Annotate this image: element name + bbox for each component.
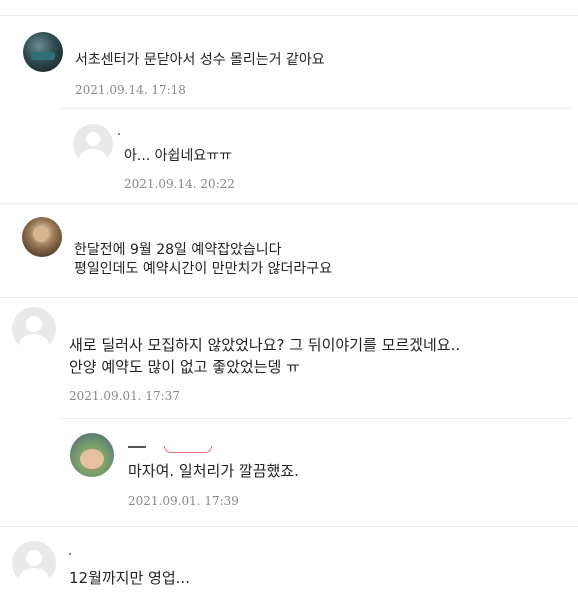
nickname-remnant [128,446,146,452]
avatar-body-shape [18,334,50,351]
divider [58,418,572,419]
avatar-body-shape [18,568,50,585]
comment-date: 2021.09.01. 17:37 [69,389,180,403]
comment-text: 안양 예약도 많이 없고 좋았었는뎅 ㅠ [69,358,300,376]
comment-text: 12월까지만 영업... [69,569,190,587]
avatar-head-shape [26,315,42,332]
comment-text: 평일인데도 예약시간이 만만치가 않더라구요 [74,261,333,277]
avatar[interactable] [73,124,113,164]
comment-text: 새로 딜러사 모집하지 않았었나요? 그 뒤이야기를 모르겠네요.. [69,336,461,354]
avatar-head-shape [26,549,42,566]
avatar[interactable] [23,32,63,72]
comment-text: 마자여. 일처리가 깔끔했죠. [128,462,299,480]
avatar[interactable] [12,541,56,585]
divider [58,108,572,109]
comment-date: 2021.09.14. 20:22 [124,177,235,191]
divider [0,297,578,298]
avatar-body-shape [79,148,107,164]
comment-text: 한달전에 9월 28일 예약잡았습니다 [74,242,282,258]
comment-text: 아... 아쉽네요ㅠㅠ [124,148,232,164]
avatar[interactable] [70,433,114,477]
comment-text: 서초센터가 문닫아서 성수 몰리는거 같아요 [75,52,325,68]
avatar-head-shape [85,132,101,147]
comment-date: 2021.09.01. 17:39 [128,494,239,508]
nickname-remnant [118,133,120,135]
divider [0,526,578,527]
divider [0,15,578,16]
avatar[interactable] [12,307,56,351]
badge-remnant [164,446,212,453]
comment-date: 2021.09.14. 17:18 [75,83,186,97]
nickname-remnant [69,553,71,555]
divider [0,203,578,204]
avatar[interactable] [22,217,62,257]
